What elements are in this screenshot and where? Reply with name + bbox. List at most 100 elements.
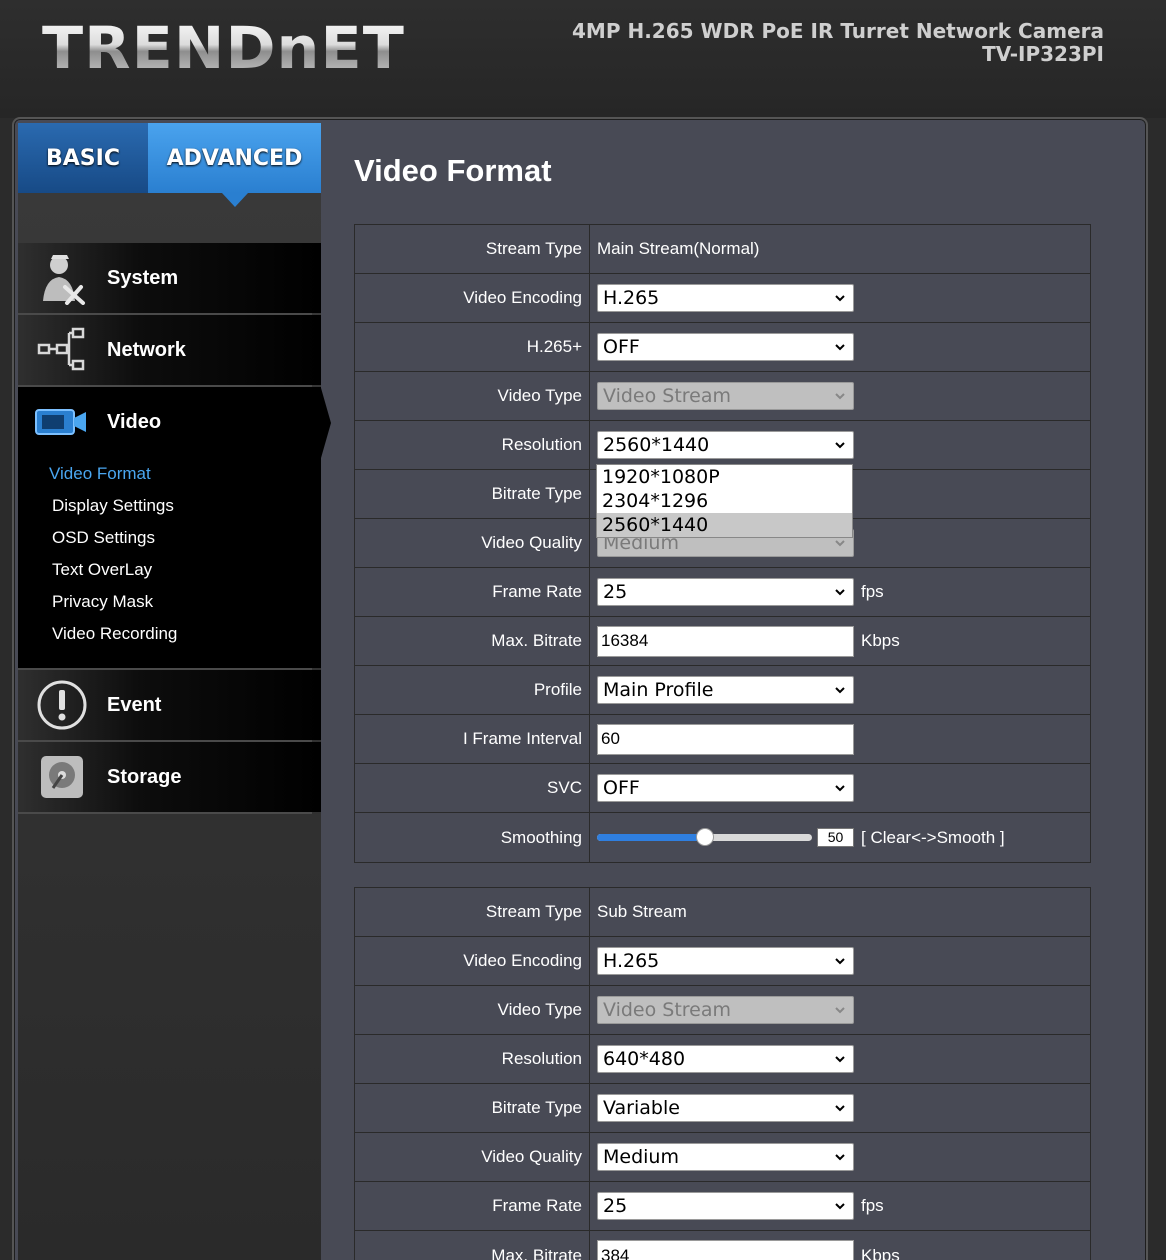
svc-select[interactable]: OFF: [597, 774, 854, 802]
h265plus-select[interactable]: OFF: [597, 333, 854, 361]
tab-basic[interactable]: BASIC: [18, 123, 148, 193]
sub-video-encoding-select[interactable]: H.265: [597, 947, 854, 975]
field-label: SVC: [355, 764, 590, 812]
field-label: Bitrate Type: [355, 1084, 590, 1132]
field-label: Frame Rate: [355, 1182, 590, 1230]
active-tab-arrow: [222, 193, 248, 207]
table-row: Video Type Video Stream: [355, 986, 1090, 1035]
chevron-down-icon: [835, 442, 845, 449]
network-tree-icon: [34, 322, 90, 378]
table-row: I Frame Interval 60: [355, 715, 1090, 764]
max-bitrate-unit: Kbps: [861, 1245, 900, 1260]
dropdown-option[interactable]: 1920*1080P: [597, 465, 852, 489]
smoothing-hint: [ Clear<->Smooth ]: [861, 827, 1005, 847]
product-title: 4MP H.265 WDR PoE IR Turret Network Came…: [572, 20, 1104, 66]
select-value: OFF: [603, 336, 640, 358]
trendnet-logo: TRENDnET: [42, 14, 405, 82]
table-row: Max. Bitrate 384 Kbps: [355, 1231, 1090, 1260]
dropdown-option-selected[interactable]: 2560*1440: [597, 513, 852, 537]
field-label: Max. Bitrate: [355, 1231, 590, 1260]
smoothing-value[interactable]: 50: [817, 828, 854, 847]
field-label: Max. Bitrate: [355, 617, 590, 665]
chevron-down-icon: [835, 393, 845, 400]
active-menu-pointer: [321, 388, 331, 458]
field-label: Bitrate Type: [355, 470, 590, 518]
resolution-dropdown-list[interactable]: 1920*1080P 2304*1296 2560*1440: [596, 464, 853, 538]
table-row: H.265+ OFF: [355, 323, 1090, 372]
table-row: Video Quality Medium: [355, 1133, 1090, 1182]
sub-max-bitrate-input[interactable]: 384: [597, 1240, 854, 1260]
sidebar-item-storage[interactable]: Storage: [18, 742, 321, 812]
field-label: Video Type: [355, 372, 590, 420]
sub-resolution-select[interactable]: 640*480: [597, 1045, 854, 1073]
field-label: H.265+: [355, 323, 590, 371]
tab-advanced[interactable]: ADVANCED: [148, 123, 321, 193]
select-value: 25: [603, 581, 628, 603]
sidebar-subitem-osd-settings[interactable]: OSD Settings: [52, 528, 155, 548]
sidebar-item-label: System: [107, 266, 179, 289]
field-label: Stream Type: [355, 888, 590, 936]
chevron-down-icon: [835, 295, 845, 302]
chevron-down-icon: [835, 1007, 845, 1014]
sidebar-subitem-video-recording[interactable]: Video Recording: [52, 624, 177, 644]
table-row: Video Type Video Stream: [355, 372, 1090, 421]
sub-video-quality-select[interactable]: Medium: [597, 1143, 854, 1171]
frame-rate-unit: fps: [861, 1196, 884, 1215]
table-row: SVC OFF: [355, 764, 1090, 813]
table-row: Resolution 640*480: [355, 1035, 1090, 1084]
field-label: Profile: [355, 666, 590, 714]
resolution-select[interactable]: 2560*1440: [597, 431, 854, 459]
sidebar-subitem-display-settings[interactable]: Display Settings: [52, 496, 174, 516]
chevron-down-icon: [835, 687, 845, 694]
sidebar-item-label: Storage: [107, 765, 182, 788]
table-row: Smoothing 50 [ Clear<->Smooth ]: [355, 813, 1090, 862]
select-value: Main Profile: [603, 679, 714, 701]
iframe-interval-input[interactable]: 60: [597, 723, 854, 755]
product-model: TV-IP323PI: [982, 42, 1104, 66]
field-label: Video Encoding: [355, 274, 590, 322]
sidebar-subitem-privacy-mask[interactable]: Privacy Mask: [52, 592, 153, 612]
sidebar-subitem-video-format[interactable]: Video Format: [49, 464, 151, 484]
sidebar-subitem-text-overlay[interactable]: Text OverLay: [52, 560, 152, 580]
dropdown-option[interactable]: 2304*1296: [597, 489, 852, 513]
table-row: Stream Type Main Stream(Normal): [355, 225, 1090, 274]
profile-select[interactable]: Main Profile: [597, 676, 854, 704]
table-row: Resolution 2560*1440: [355, 421, 1090, 470]
sidebar-item-system[interactable]: System: [18, 243, 321, 313]
sidebar-item-video[interactable]: Video: [18, 387, 321, 457]
sub-frame-rate-select[interactable]: 25: [597, 1192, 854, 1220]
table-row: Video Encoding H.265: [355, 937, 1090, 986]
video-type-select: Video Stream: [597, 382, 854, 410]
slider-handle[interactable]: [695, 828, 714, 846]
table-row: Frame Rate 25 fps: [355, 1182, 1090, 1231]
page-title: Video Format: [354, 153, 552, 188]
field-label: Video Type: [355, 986, 590, 1034]
smoothing-slider[interactable]: [597, 828, 812, 846]
select-value: Video Stream: [603, 999, 732, 1021]
max-bitrate-input[interactable]: 16384: [597, 625, 854, 657]
sub-bitrate-type-select[interactable]: Variable: [597, 1094, 854, 1122]
sidebar-item-network[interactable]: Network: [18, 315, 321, 385]
table-row: Bitrate Type Variable: [355, 1084, 1090, 1133]
product-description: 4MP H.265 WDR PoE IR Turret Network Came…: [572, 19, 1104, 43]
chevron-down-icon: [835, 958, 845, 965]
video-encoding-select[interactable]: H.265: [597, 284, 854, 312]
select-value: 25: [603, 1195, 628, 1217]
field-label: Smoothing: [355, 813, 590, 862]
sidebar: BASIC ADVANCED System Network Video Vide…: [18, 123, 331, 1260]
select-value: Medium: [603, 1146, 679, 1168]
select-value: 2560*1440: [603, 434, 710, 456]
chevron-down-icon: [835, 1105, 845, 1112]
main-stream-table: Stream Type Main Stream(Normal) Video En…: [354, 224, 1091, 863]
field-label: Video Encoding: [355, 937, 590, 985]
sidebar-item-event[interactable]: Event: [18, 670, 321, 740]
select-value: Video Stream: [603, 385, 732, 407]
field-label: Resolution: [355, 421, 590, 469]
menu-divider: [18, 812, 312, 814]
frame-rate-select[interactable]: 25: [597, 578, 854, 606]
field-label: Resolution: [355, 1035, 590, 1083]
table-row: Video Encoding H.265: [355, 274, 1090, 323]
field-label: Video Quality: [355, 519, 590, 567]
chevron-down-icon: [835, 785, 845, 792]
chevron-down-icon: [835, 1056, 845, 1063]
